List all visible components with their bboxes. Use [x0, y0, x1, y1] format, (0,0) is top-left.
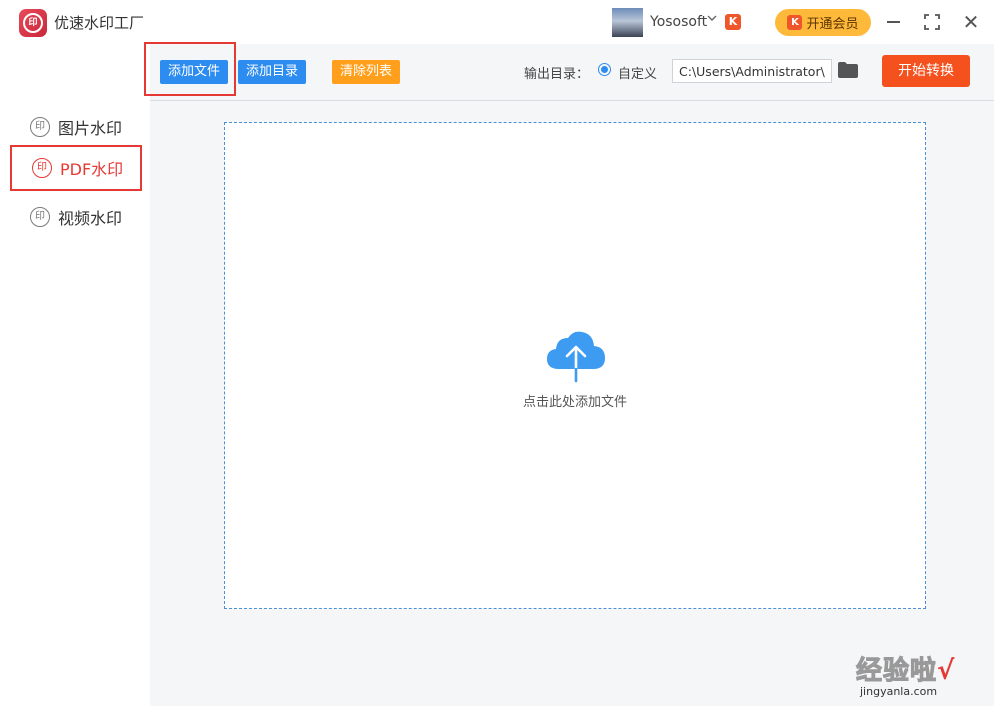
app-logo-seal: 印: [23, 13, 43, 33]
radio-dot: [601, 66, 608, 73]
add-directory-button[interactable]: 添加目录: [238, 60, 307, 84]
app-logo: 印: [19, 9, 47, 37]
cloud-upload-icon: [547, 331, 605, 383]
checkmark-icon: √: [937, 656, 956, 686]
seal-icon: 印: [30, 117, 50, 137]
title-bar: 印 优速水印工厂 Yososoft K K 开通会员 ✕: [0, 0, 994, 44]
minimize-icon: [886, 21, 900, 23]
site-watermark: 经验啦√ jingyanla.com: [855, 650, 986, 699]
sidebar-item-label: PDF水印: [60, 160, 124, 179]
avatar[interactable]: [612, 8, 643, 37]
maximize-button[interactable]: [919, 9, 945, 35]
sidebar: 印 图片水印 印 PDF水印 印 视频水印: [0, 44, 150, 706]
minimize-button[interactable]: [880, 9, 906, 35]
output-dir-label: 输出目录：: [524, 67, 590, 82]
sidebar-item-video-watermark[interactable]: 印 视频水印: [10, 194, 142, 240]
username[interactable]: Yososoft: [650, 14, 707, 30]
folder-icon[interactable]: [838, 62, 858, 78]
app-title: 优速水印工厂: [54, 14, 145, 32]
vip-icon: K: [787, 15, 803, 30]
dropzone-label: 点击此处添加文件: [522, 395, 627, 410]
k-badge-icon: K: [725, 14, 741, 30]
seal-icon: 印: [32, 158, 52, 178]
seal-icon: 印: [30, 207, 50, 227]
maximize-icon: [924, 14, 940, 30]
custom-dir-radio[interactable]: [598, 63, 611, 76]
sidebar-item-label: 图片水印: [58, 119, 123, 138]
sidebar-item-label: 视频水印: [58, 209, 123, 228]
chevron-down-icon[interactable]: [707, 13, 717, 26]
sidebar-item-pdf-watermark[interactable]: 印 PDF水印: [10, 145, 142, 191]
watermark-main: 经验啦: [855, 656, 938, 687]
file-dropzone[interactable]: 点击此处添加文件: [224, 122, 926, 609]
toolbar: 添加文件 添加目录 清除列表 输出目录： 自定义 开始转换: [144, 42, 994, 101]
watermark-text: 经验啦√: [855, 650, 986, 687]
custom-dir-label[interactable]: 自定义: [618, 63, 657, 82]
close-button[interactable]: ✕: [958, 9, 984, 35]
main-panel: 添加文件 添加目录 清除列表 输出目录： 自定义 开始转换 点击此处添加文件: [144, 42, 994, 706]
close-icon: ✕: [962, 10, 980, 34]
clear-list-button[interactable]: 清除列表: [332, 60, 401, 84]
sidebar-item-image-watermark[interactable]: 印 图片水印: [10, 104, 142, 150]
start-convert-button[interactable]: 开始转换: [882, 55, 970, 87]
output-path-input[interactable]: [672, 59, 832, 83]
add-file-button[interactable]: 添加文件: [160, 60, 229, 84]
watermark-url: jingyanla.com: [860, 685, 938, 698]
vip-button[interactable]: K 开通会员: [775, 9, 871, 36]
vip-label: 开通会员: [806, 17, 859, 32]
